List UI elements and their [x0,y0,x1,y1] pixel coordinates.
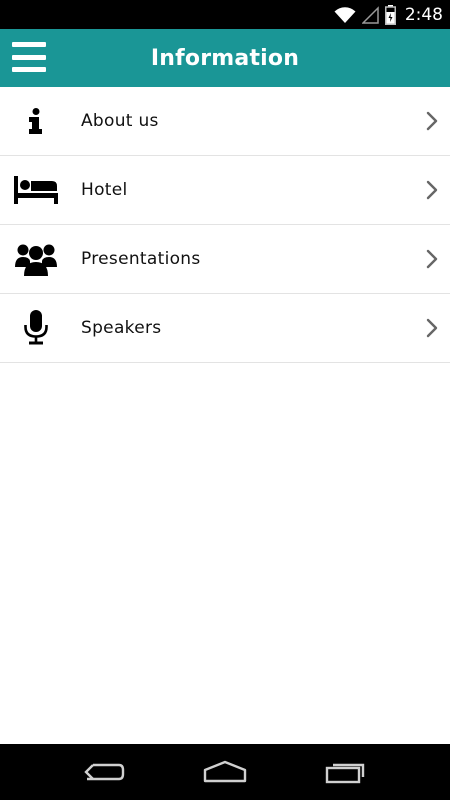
battery-icon [384,4,396,25]
group-icon [13,239,59,279]
list-item-label: Hotel [81,180,128,200]
list-item-speakers[interactable]: Speakers [0,294,450,363]
list-item-label: Speakers [81,318,162,338]
app-bar: Information [0,29,450,87]
hamburger-menu-icon[interactable] [12,42,46,72]
menu-line [12,42,46,47]
wifi-icon [334,6,356,24]
status-clock: 2:48 [404,4,443,25]
chevron-right-icon [424,316,440,340]
list-item-label: Presentations [81,249,201,269]
menu-line [12,67,46,72]
chevron-right-icon [424,178,440,202]
list-item-label: About us [81,111,159,131]
navigation-bar [0,744,450,800]
microphone-icon [13,308,59,348]
page-title: Information [150,45,300,71]
list-item-hotel[interactable]: Hotel [0,156,450,225]
menu-line [12,54,46,60]
back-icon[interactable] [74,752,134,792]
recent-apps-icon[interactable] [316,752,376,792]
chevron-right-icon [424,247,440,271]
chevron-right-icon [424,109,440,133]
information-list: About us Hotel Presentations Speakers [0,87,450,363]
cell-signal-icon [361,5,379,24]
bed-icon [13,170,59,210]
status-bar: 2:48 [0,0,450,29]
list-item-presentations[interactable]: Presentations [0,225,450,294]
list-item-about-us[interactable]: About us [0,87,450,156]
home-icon[interactable] [195,752,255,792]
info-icon [13,101,59,141]
